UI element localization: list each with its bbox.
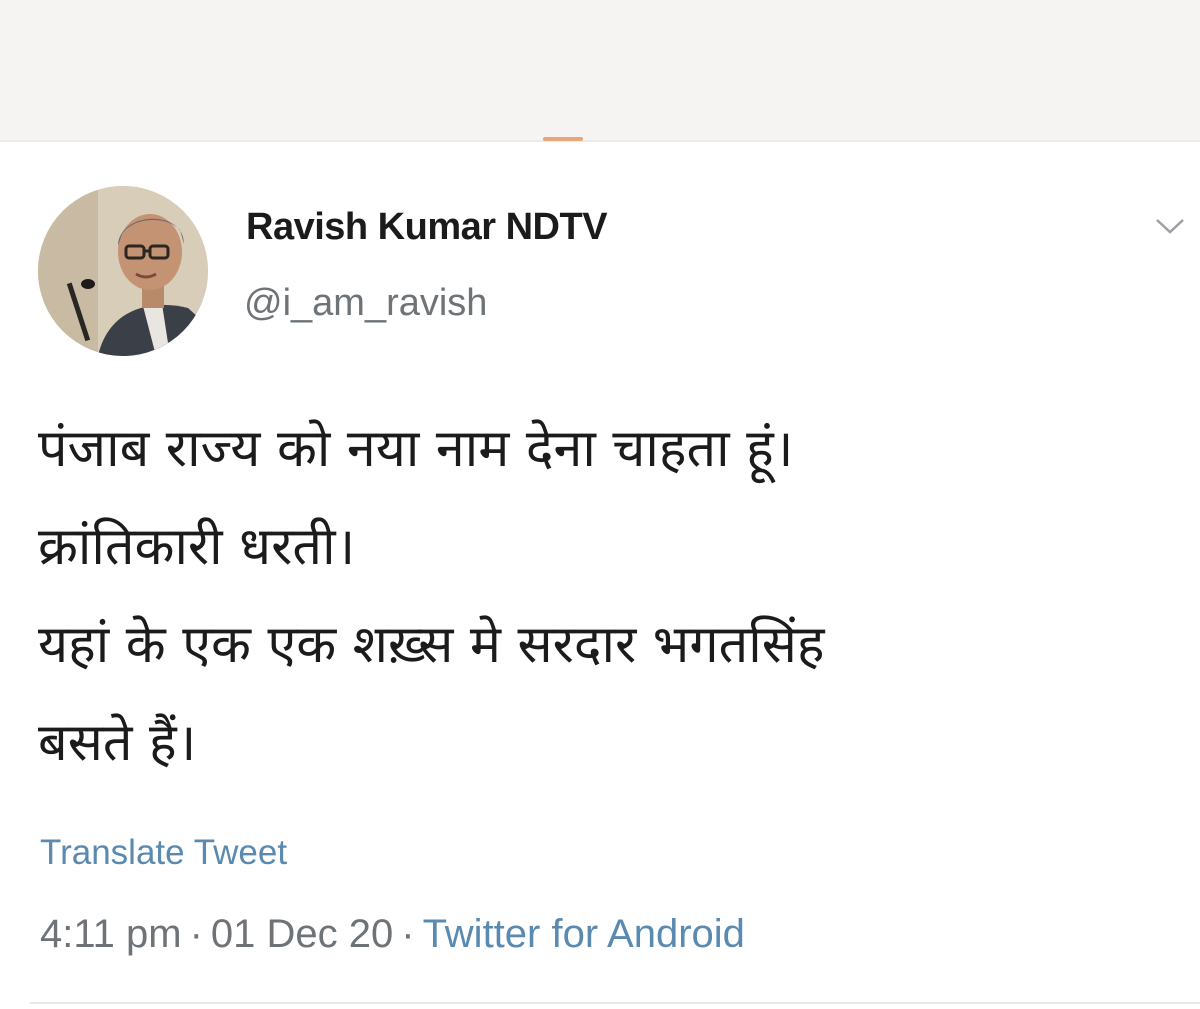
translate-tweet-link[interactable]: Translate Tweet (40, 833, 287, 873)
meta-separator: · (189, 912, 203, 956)
screen: Ravish Kumar NDTV @i_am_ravish पंजाब राज… (0, 0, 1200, 1009)
tweet-text-line: पंजाब राज्य को नया नाम देना चाहता हूं। (38, 419, 794, 479)
tweet-text-line: क्रांतिकारी धरती। (38, 517, 356, 577)
author-display-name[interactable]: Ravish Kumar NDTV (246, 206, 608, 249)
tweet-meta: 4:11 pm · 01 Dec 20 · Twitter for Android (40, 912, 745, 957)
divider (30, 1002, 1200, 1004)
author-handle[interactable]: @i_am_ravish (244, 282, 487, 325)
top-background (0, 0, 1200, 140)
tweet-text-line: बसते हैं। (38, 713, 197, 773)
pull-handle[interactable] (543, 137, 583, 141)
tweet-time: 4:11 pm (40, 912, 182, 956)
profile-photo-icon (38, 186, 208, 356)
avatar[interactable] (38, 186, 208, 356)
tweet-text: पंजाब राज्य को नया नाम देना चाहता हूं। क… (38, 400, 1158, 792)
tweet-date: 01 Dec 20 (210, 912, 394, 956)
chevron-down-icon[interactable] (1154, 216, 1186, 236)
meta-separator: · (401, 912, 415, 956)
tweet-text-line: यहां के एक एक शख़्स मे सरदार भगतसिंह (38, 615, 825, 675)
tweet-source-link[interactable]: Twitter for Android (423, 912, 745, 956)
